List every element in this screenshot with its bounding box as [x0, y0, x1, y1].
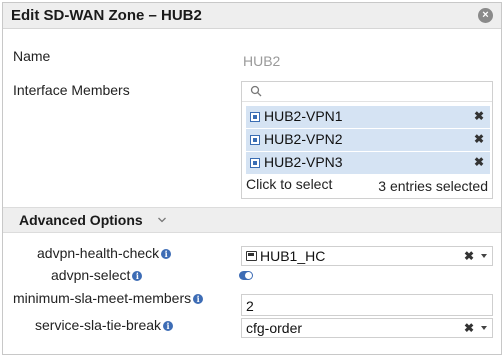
interface-members-select[interactable]: HUB2-VPN1 ✖ HUB2-VPN2 ✖ HUB2-VPN3 ✖ Clic… [241, 81, 493, 199]
advpn-select-label: advpn-select i [51, 267, 143, 283]
interface-icon [250, 158, 260, 168]
advpn-health-check-value: HUB1_HC [260, 248, 326, 264]
info-icon[interactable]: i [163, 321, 174, 332]
service-sla-tie-break-label: service-sla-tie-break i [35, 317, 174, 333]
clear-icon[interactable]: ✖ [464, 249, 474, 263]
remove-icon[interactable]: ✖ [474, 109, 484, 123]
advpn-select-toggle[interactable] [239, 271, 253, 280]
advpn-select-text: advpn-select [51, 267, 131, 283]
name-field[interactable]: HUB2 [243, 53, 280, 69]
chevron-down-icon[interactable] [157, 215, 167, 225]
close-icon[interactable]: × [478, 8, 493, 23]
member-label: HUB2-VPN1 [264, 108, 343, 124]
clear-icon[interactable]: ✖ [464, 321, 474, 335]
search-icon [250, 85, 262, 97]
minimum-sla-meet-members-value: 2 [246, 298, 254, 314]
remove-icon[interactable]: ✖ [474, 155, 484, 169]
interface-icon [250, 135, 260, 145]
minimum-sla-meet-members-input[interactable]: 2 [241, 294, 493, 316]
advpn-health-check-select[interactable]: HUB1_HC ✖ [241, 246, 493, 266]
interface-icon [250, 112, 260, 122]
advpn-health-check-text: advpn-health-check [37, 245, 160, 261]
member-item[interactable]: HUB2-VPN2 ✖ [246, 129, 490, 151]
member-item[interactable]: HUB2-VPN1 ✖ [246, 106, 490, 128]
health-check-icon [246, 251, 257, 261]
advanced-options-title: Advanced Options [19, 212, 143, 228]
advpn-health-check-label: advpn-health-check i [37, 245, 172, 261]
members-search-input[interactable] [242, 82, 492, 102]
caret-down-icon[interactable] [481, 326, 487, 330]
service-sla-tie-break-select[interactable]: cfg-order ✖ [241, 318, 493, 338]
dialog-title: Edit SD-WAN Zone – HUB2 [11, 7, 202, 24]
member-item[interactable]: HUB2-VPN3 ✖ [246, 152, 490, 174]
service-sla-tie-break-text: service-sla-tie-break [35, 317, 162, 333]
edit-sdwan-zone-dialog: Edit SD-WAN Zone – HUB2 × Name HUB2 Inte… [2, 2, 502, 355]
minimum-sla-meet-members-text: minimum-sla-meet-members [13, 290, 192, 306]
info-icon[interactable]: i [161, 249, 172, 260]
interface-members-label: Interface Members [13, 82, 130, 98]
minimum-sla-meet-members-label: minimum-sla-meet-members i [13, 290, 204, 306]
advanced-options-header[interactable]: Advanced Options [3, 207, 501, 233]
member-label: HUB2-VPN3 [264, 154, 343, 170]
member-label: HUB2-VPN2 [264, 131, 343, 147]
caret-down-icon[interactable] [481, 254, 487, 258]
entries-selected-count: 3 entries selected [378, 178, 488, 194]
title-bar: Edit SD-WAN Zone – HUB2 × [3, 3, 501, 29]
info-icon[interactable]: i [132, 271, 143, 282]
name-label: Name [13, 48, 51, 64]
service-sla-tie-break-value: cfg-order [246, 320, 303, 336]
remove-icon[interactable]: ✖ [474, 132, 484, 146]
info-icon[interactable]: i [193, 294, 204, 305]
click-to-select-link[interactable]: Click to select [246, 176, 332, 192]
